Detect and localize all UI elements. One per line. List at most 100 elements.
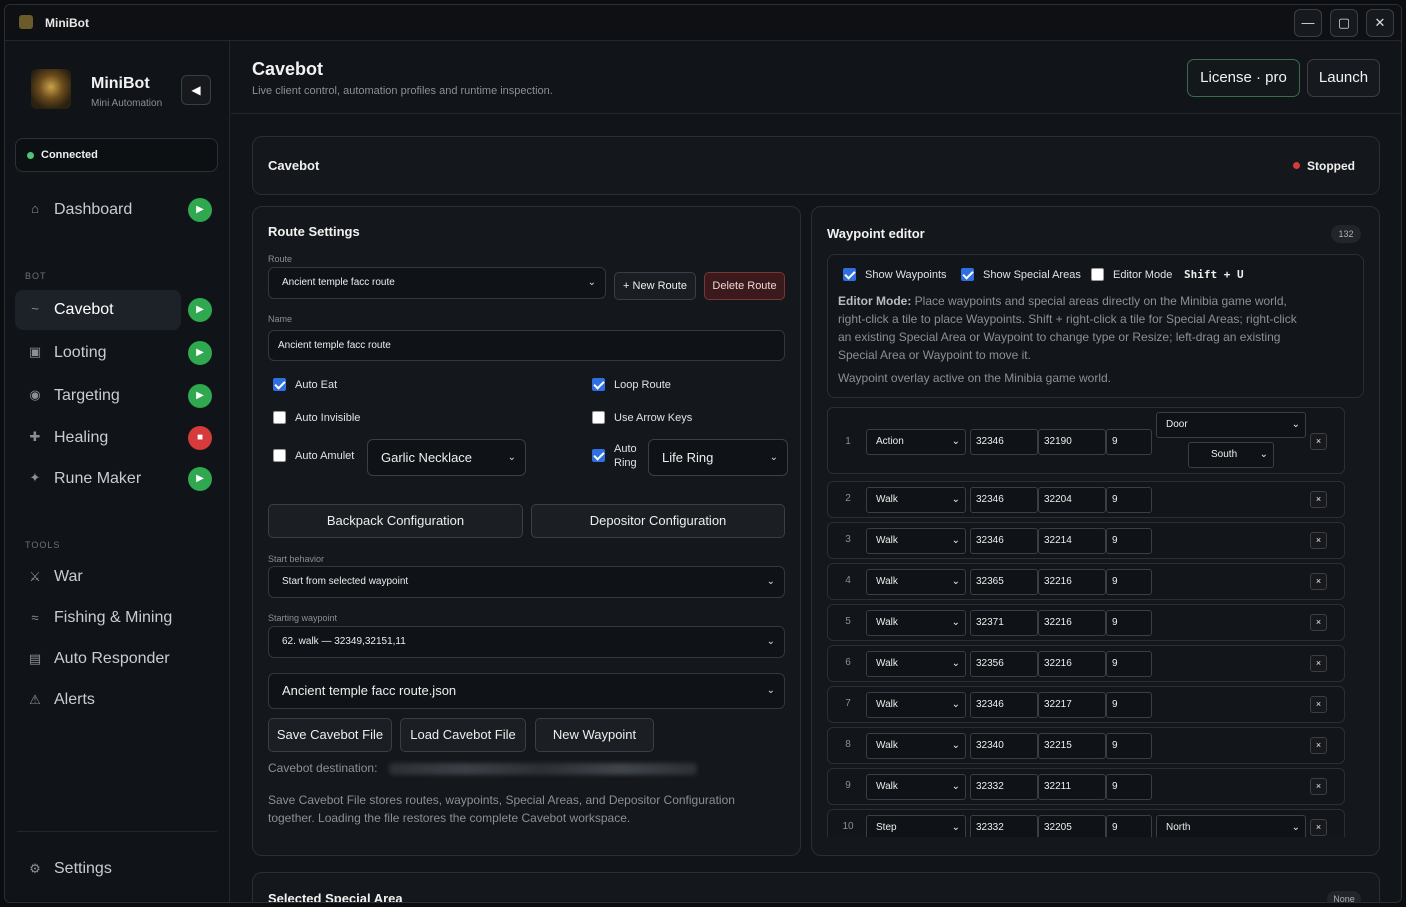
start-behavior-select[interactable]: Start from selected waypoint ⌄ [268,566,785,598]
save-cavebot-file-button[interactable]: Save Cavebot File [268,718,392,752]
remove-waypoint-button[interactable]: × [1310,778,1327,795]
remove-waypoint-button[interactable]: × [1310,696,1327,713]
remove-waypoint-button[interactable]: × [1310,433,1327,450]
remove-waypoint-button[interactable]: × [1310,737,1327,754]
waypoint-y-input[interactable]: 32215 [1038,733,1106,759]
waypoint-type-select[interactable]: Walk ⌄ [866,692,966,718]
launch-button[interactable]: Launch [1307,59,1380,97]
waypoint-row[interactable]: 8 Walk ⌄ 32340 32215 9 × [827,727,1345,764]
new-waypoint-button[interactable]: New Waypoint [535,718,654,752]
waypoint-type-select[interactable]: Walk ⌄ [866,487,966,513]
cavebot-toggle-button[interactable]: ▶ [188,298,212,322]
waypoint-x-input[interactable]: 32332 [970,815,1038,837]
waypoint-y-input[interactable]: 32216 [1038,610,1106,636]
remove-waypoint-button[interactable]: × [1310,614,1327,631]
waypoint-x-input[interactable]: 32365 [970,569,1038,595]
sidebar-item-war[interactable]: ⚔ War [15,560,215,596]
route-name-input[interactable]: Ancient temple facc route [268,330,785,361]
waypoint-z-input[interactable]: 9 [1106,815,1152,837]
sidebar-item-fishing-mining[interactable]: ≈ Fishing & Mining [15,601,215,637]
waypoint-direction-select[interactable]: South ⌄ [1188,442,1274,468]
waypoint-z-input[interactable]: 9 [1106,774,1152,800]
collapse-sidebar-button[interactable]: ◀ [181,75,211,105]
ring-select[interactable]: Life Ring ⌄ [648,439,788,476]
waypoint-type-select[interactable]: Action ⌄ [866,429,966,455]
waypoint-row[interactable]: 9 Walk ⌄ 32332 32211 9 × [827,768,1345,805]
waypoint-y-input[interactable]: 32216 [1038,569,1106,595]
starting-waypoint-select[interactable]: 62. walk — 32349,32151,11 ⌄ [268,626,785,658]
waypoint-y-input[interactable]: 32204 [1038,487,1106,513]
waypoint-row[interactable]: 6 Walk ⌄ 32356 32216 9 × [827,645,1345,682]
close-button[interactable]: ✕ [1366,9,1394,37]
auto-eat-checkbox[interactable] [273,378,286,391]
sidebar-item-cavebot[interactable]: ~ Cavebot [15,290,181,330]
remove-waypoint-button[interactable]: × [1310,573,1327,590]
waypoint-x-input[interactable]: 32346 [970,528,1038,554]
waypoint-y-input[interactable]: 32214 [1038,528,1106,554]
waypoint-type-select[interactable]: Walk ⌄ [866,651,966,677]
waypoint-type-select[interactable]: Walk ⌄ [866,774,966,800]
waypoint-z-input[interactable]: 9 [1106,692,1152,718]
waypoint-row[interactable]: 2 Walk ⌄ 32346 32204 9 × [827,481,1345,518]
auto-amulet-checkbox[interactable] [273,449,286,462]
sidebar-item-settings[interactable]: ⚙ Settings [15,852,215,888]
waypoint-z-input[interactable]: 9 [1106,487,1152,513]
waypoint-y-input[interactable]: 32216 [1038,651,1106,677]
show-special-areas-checkbox[interactable] [961,268,974,281]
waypoint-z-input[interactable]: 9 [1106,733,1152,759]
waypoint-y-input[interactable]: 32205 [1038,815,1106,837]
waypoint-row[interactable]: 4 Walk ⌄ 32365 32216 9 × [827,563,1345,600]
show-waypoints-checkbox[interactable] [843,268,856,281]
waypoint-z-input[interactable]: 9 [1106,569,1152,595]
waypoint-x-input[interactable]: 32346 [970,692,1038,718]
waypoint-x-input[interactable]: 32356 [970,651,1038,677]
waypoint-y-input[interactable]: 32190 [1038,429,1106,455]
depositor-configuration-button[interactable]: Depositor Configuration [531,504,785,538]
sidebar-item-dashboard[interactable]: ⌂ Dashboard [15,190,181,230]
backpack-configuration-button[interactable]: Backpack Configuration [268,504,523,538]
waypoint-z-input[interactable]: 9 [1106,651,1152,677]
auto-invisible-checkbox[interactable] [273,411,286,424]
looting-toggle-button[interactable]: ▶ [188,341,212,365]
waypoint-x-input[interactable]: 32346 [970,487,1038,513]
waypoint-row[interactable]: 3 Walk ⌄ 32346 32214 9 × [827,522,1345,559]
remove-waypoint-button[interactable]: × [1310,532,1327,549]
waypoint-direction-select[interactable]: North ⌄ [1156,815,1306,837]
use-arrow-keys-checkbox[interactable] [592,411,605,424]
waypoint-action-select[interactable]: Door ⌄ [1156,412,1306,438]
waypoint-x-input[interactable]: 32340 [970,733,1038,759]
targeting-toggle-button[interactable]: ▶ [188,384,212,408]
remove-waypoint-button[interactable]: × [1310,655,1327,672]
new-route-button[interactable]: + New Route [614,272,696,300]
delete-route-button[interactable]: Delete Route [704,272,785,300]
waypoint-x-input[interactable]: 32371 [970,610,1038,636]
sidebar-item-alerts[interactable]: ⚠ Alerts [15,683,215,719]
dashboard-toggle-button[interactable]: ▶ [188,198,212,222]
waypoint-x-input[interactable]: 32332 [970,774,1038,800]
sidebar-item-targeting[interactable]: ◉ Targeting [15,376,181,416]
waypoint-z-input[interactable]: 9 [1106,610,1152,636]
minimize-button[interactable]: — [1294,9,1322,37]
remove-waypoint-button[interactable]: × [1310,819,1327,836]
load-cavebot-file-button[interactable]: Load Cavebot File [400,718,526,752]
waypoint-row[interactable]: 5 Walk ⌄ 32371 32216 9 × [827,604,1345,641]
cavebot-file-select[interactable]: Ancient temple facc route.json ⌄ [268,673,785,709]
waypoint-type-select[interactable]: Step ⌄ [866,815,966,837]
route-select[interactable]: Ancient temple facc route ⌄ [268,267,606,299]
waypoint-row[interactable]: 10 Step ⌄ 32332 32205 9 North ⌄ × [827,809,1345,837]
waypoint-y-input[interactable]: 32217 [1038,692,1106,718]
waypoint-row[interactable]: 1 Action ⌄ 32346 32190 9 Door ⌄ South ⌄ × [827,407,1345,474]
auto-ring-checkbox[interactable] [592,449,605,462]
rune-maker-toggle-button[interactable]: ▶ [188,467,212,491]
waypoint-type-select[interactable]: Walk ⌄ [866,569,966,595]
sidebar-item-looting[interactable]: ▣ Looting [15,333,181,373]
editor-mode-checkbox[interactable] [1091,268,1104,281]
maximize-button[interactable]: ▢ [1330,9,1358,37]
waypoint-x-input[interactable]: 32346 [970,429,1038,455]
waypoint-z-input[interactable]: 9 [1106,429,1152,455]
waypoint-type-select[interactable]: Walk ⌄ [866,610,966,636]
waypoint-type-select[interactable]: Walk ⌄ [866,528,966,554]
remove-waypoint-button[interactable]: × [1310,491,1327,508]
waypoint-y-input[interactable]: 32211 [1038,774,1106,800]
healing-toggle-button[interactable]: ■ [188,426,212,450]
